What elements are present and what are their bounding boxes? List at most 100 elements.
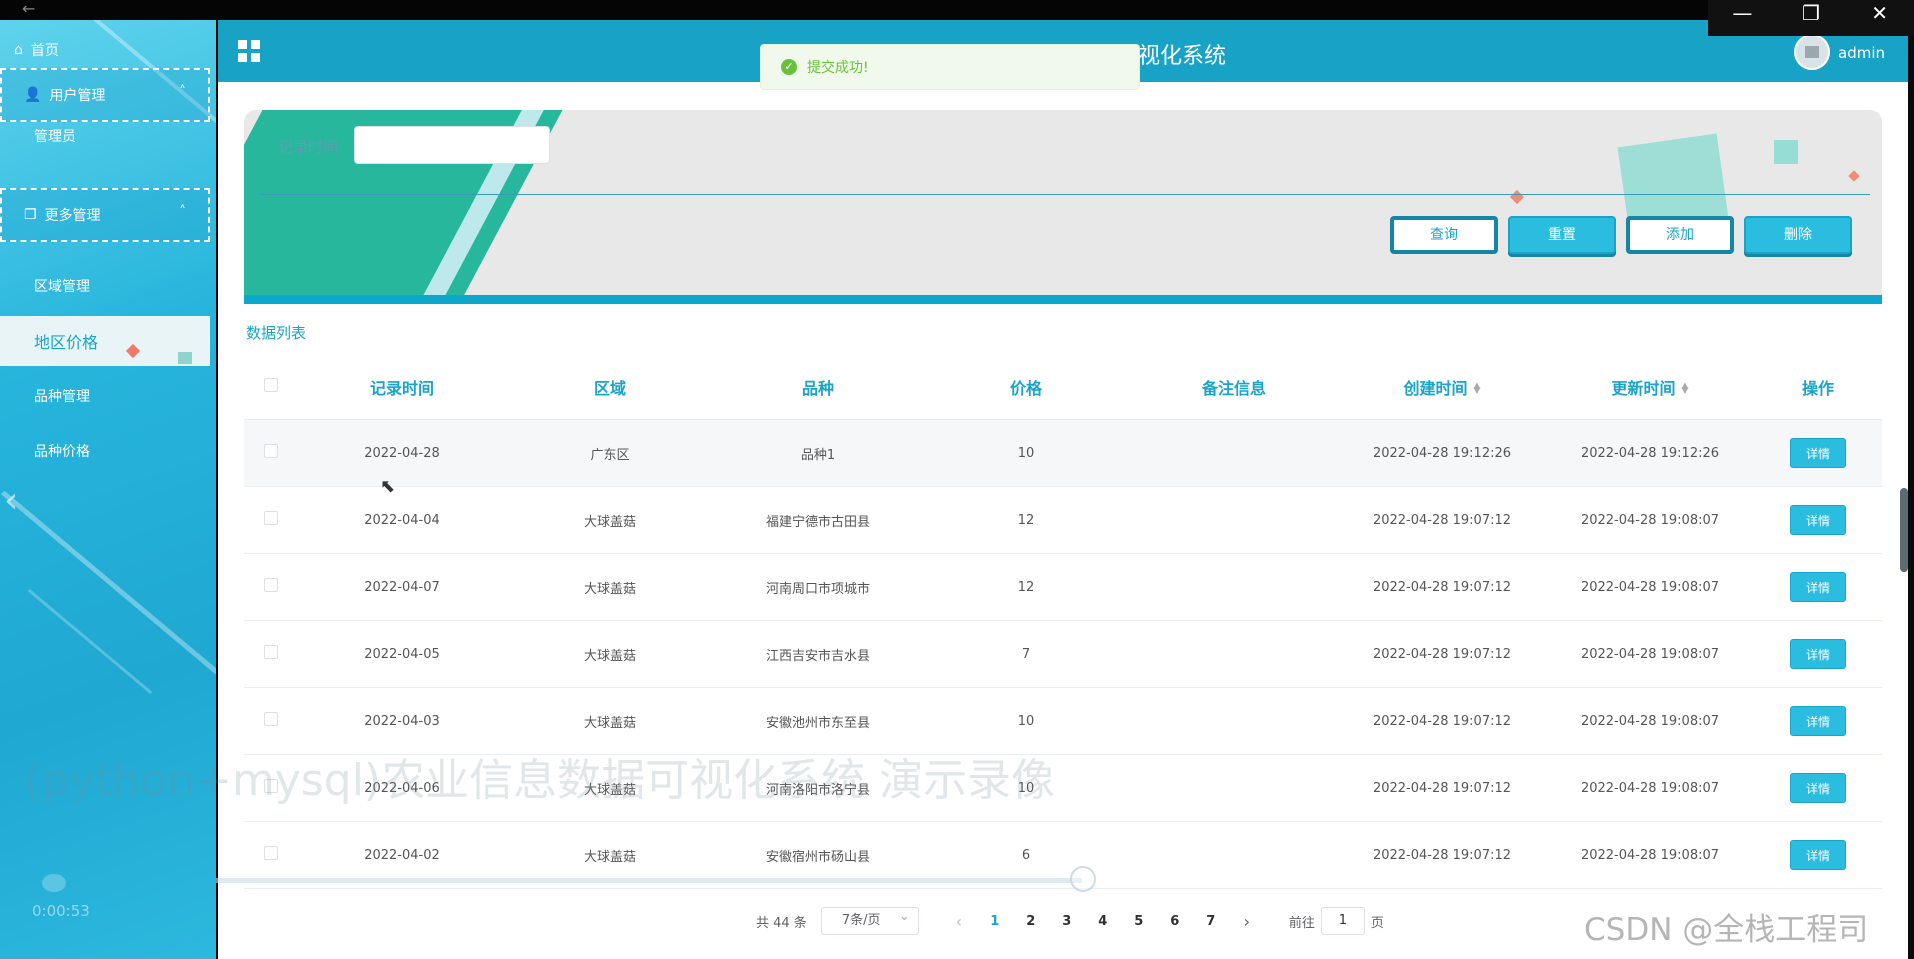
mouse-cursor-icon: ⬉ — [380, 476, 396, 497]
table-row: 2022-04-28 广东区 品种1 10 2022-04-28 19:12:26 202… — [244, 420, 1882, 487]
sort-icon[interactable]: ▲ ▼ — [1474, 382, 1481, 396]
cell-region: 大球盖菇 — [583, 849, 636, 865]
sidebar-item-variety-management[interactable]: 品种管理 — [34, 386, 90, 406]
detail-button[interactable]: 详情 — [1790, 572, 1846, 602]
video-watermark: (python+mysql)农业信息数据可视化系统 演示录像 — [24, 755, 1056, 806]
video-progress-knob[interactable] — [1070, 866, 1096, 892]
page-number[interactable]: 6 — [1157, 914, 1193, 929]
username[interactable]: admin — [1838, 44, 1885, 62]
page-number[interactable]: 3 — [1049, 914, 1085, 929]
cell-price: 10 — [1017, 445, 1035, 461]
cell-created-time: 2022-04-28 19:07:12 — [1372, 512, 1512, 528]
page-size-select[interactable]: 7条/页 — [820, 904, 919, 935]
column-header: 价格 — [1009, 378, 1042, 398]
next-page-icon[interactable]: › — [1229, 912, 1265, 931]
sidebar-item-region-management[interactable]: 区域管理 — [34, 276, 90, 296]
page-number[interactable]: 5 — [1121, 914, 1157, 929]
sidebar: ⌂ 首页 👤 用户管理 ˄ 管理员 ❐ 更多管理 ˄ 区域管理 地区价格 品种管… — [0, 20, 216, 959]
user-icon: 👤 — [24, 87, 42, 103]
back-arrow-icon[interactable]: ← — [22, 0, 35, 18]
goto-page-input[interactable]: 1 — [1320, 907, 1365, 935]
page-numbers: 1234567 — [977, 914, 1229, 929]
sidebar-item-home[interactable]: ⌂ 首页 — [14, 40, 59, 60]
select-all-checkbox[interactable] — [264, 378, 278, 392]
avatar[interactable] — [1794, 34, 1830, 70]
checkbox-cell — [244, 712, 298, 730]
pagination: 共 44 条 7条/页 ‹ 1234567 › 前往 1 页 — [756, 904, 1384, 936]
decor-stripe — [1, 490, 216, 675]
video-timestamp: 0:00:53 — [32, 902, 90, 920]
cell-price: 7 — [1021, 646, 1031, 662]
sidebar-item-variety-price[interactable]: 品种价格 — [34, 441, 90, 461]
data-list-title: 数据列表 — [246, 324, 307, 342]
column-header: 区域 — [593, 378, 626, 398]
cell-created-time: 2022-04-28 19:07:12 — [1372, 780, 1512, 796]
close-button[interactable]: ✕ — [1845, 0, 1914, 36]
detail-button[interactable]: 详情 — [1790, 438, 1846, 468]
detail-button[interactable]: 详情 — [1790, 639, 1846, 669]
table-body: 2022-04-28 广东区 品种1 10 2022-04-28 19:12:26 202… — [244, 420, 1882, 889]
page-number[interactable]: 7 — [1193, 914, 1229, 929]
table-row: 2022-04-05 大球盖菇 江西吉安市吉水县 7 2022-04-28 19:07:… — [244, 621, 1882, 688]
sidebar-item-admin[interactable]: 管理员 — [34, 126, 76, 146]
detail-button[interactable]: 详情 — [1790, 505, 1846, 535]
sidebar-item-label: 地区价格 — [34, 333, 99, 352]
checkbox-cell — [244, 444, 298, 462]
detail-button[interactable]: 详情 — [1790, 773, 1846, 803]
restore-button[interactable]: ❐ — [1777, 0, 1846, 36]
cell-variety: 福建宁德市古田县 — [765, 514, 870, 530]
row-checkbox[interactable] — [264, 578, 278, 592]
prev-page-icon[interactable]: ‹ — [941, 912, 977, 931]
page-number[interactable]: 4 — [1085, 914, 1121, 929]
reset-button[interactable]: 重置 — [1508, 216, 1616, 254]
panel-bottom-bar — [244, 295, 1882, 304]
csdn-watermark: CSDN @全栈工程司 — [1584, 912, 1869, 948]
column-header: 记录时间 — [369, 378, 434, 398]
record-time-input[interactable] — [354, 126, 550, 164]
cell-region: 大球盖菇 — [583, 648, 636, 664]
cell-region: 广东区 — [590, 447, 630, 463]
row-checkbox[interactable] — [264, 444, 278, 458]
detail-button[interactable]: 详情 — [1790, 840, 1846, 870]
page-number[interactable]: 1 — [977, 914, 1013, 929]
sidebar-group-label: 更多管理 — [44, 208, 101, 224]
action-cell: 详情 — [1754, 438, 1882, 468]
column-header: 操作 — [1801, 378, 1834, 398]
goto-suffix: 页 — [1370, 915, 1384, 931]
cell-region: 大球盖菇 — [583, 581, 636, 597]
cell-updated-time: 2022-04-28 19:08:07 — [1580, 713, 1720, 729]
scrollbar-thumb[interactable] — [1900, 488, 1908, 572]
column-header-label: 创建时间 — [1403, 378, 1468, 398]
minimize-button[interactable]: — — [1708, 0, 1777, 36]
sort-icon[interactable]: ▲ ▼ — [1682, 382, 1689, 396]
home-icon: ⌂ — [14, 42, 23, 58]
sidebar-group-more-management[interactable]: ❐ 更多管理 ˄ — [0, 188, 210, 242]
sidebar-item-region-price[interactable]: 地区价格 — [0, 316, 210, 366]
row-checkbox[interactable] — [264, 846, 278, 860]
page-number[interactable]: 2 — [1013, 914, 1049, 929]
video-progress-track[interactable] — [216, 878, 1082, 883]
page-title: 视化系统 — [1138, 44, 1227, 69]
chevron-left-icon[interactable]: ‹ — [4, 480, 18, 521]
column-header-sortable[interactable]: 更新时间 ▲ ▼ — [1546, 375, 1754, 399]
grid-menu-icon[interactable] — [238, 40, 260, 62]
cell-variety: 江西吉安市吉水县 — [765, 648, 870, 664]
sidebar-group-user-management[interactable]: 👤 用户管理 ˄ — [0, 68, 210, 122]
cell-region: 大球盖菇 — [583, 715, 636, 731]
detail-button[interactable]: 详情 — [1790, 706, 1846, 736]
decor-shape — [178, 352, 192, 364]
cell-price: 6 — [1021, 847, 1031, 863]
row-checkbox[interactable] — [264, 511, 278, 525]
sidebar-item-label: 首页 — [30, 43, 59, 59]
query-button[interactable]: 查询 — [1390, 216, 1498, 254]
add-button[interactable]: 添加 — [1626, 216, 1734, 254]
column-header-sortable[interactable]: 创建时间 ▲ ▼ — [1338, 375, 1546, 399]
delete-button[interactable]: 删除 — [1744, 216, 1852, 254]
cell-created-time: 2022-04-28 19:07:12 — [1372, 646, 1512, 662]
column-header-label: 更新时间 — [1611, 378, 1676, 398]
cell-record-time: 2022-04-28 — [364, 445, 440, 461]
checkbox-cell — [244, 511, 298, 529]
row-checkbox[interactable] — [264, 712, 278, 726]
row-checkbox[interactable] — [264, 645, 278, 659]
decor-ellipse — [42, 874, 66, 892]
